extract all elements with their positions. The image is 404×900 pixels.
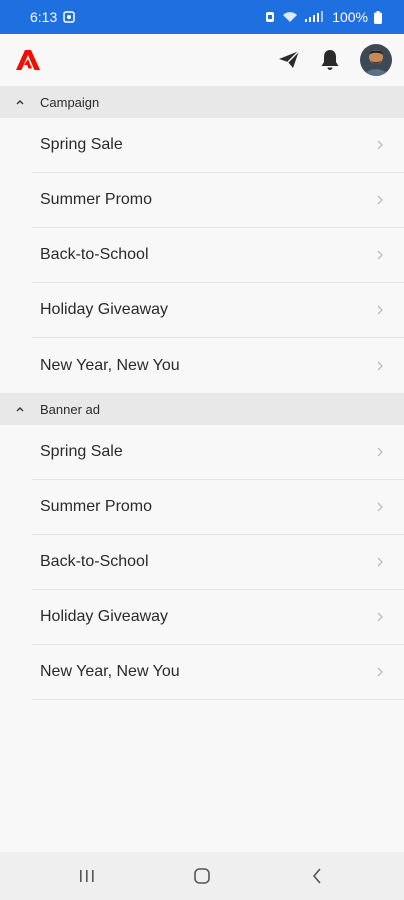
- chevron-right-icon: [376, 360, 384, 372]
- list-item[interactable]: New Year, New You: [32, 338, 404, 393]
- chevron-right-icon: [376, 446, 384, 458]
- bell-icon[interactable]: [320, 49, 340, 71]
- battery-icon: [374, 10, 382, 24]
- item-label: Back-to-School: [40, 246, 149, 263]
- system-nav-bar: [0, 852, 404, 900]
- item-label: New Year, New You: [40, 663, 180, 680]
- section-title: Campaign: [40, 94, 100, 110]
- app-header: [0, 34, 404, 86]
- status-left: 6:13: [30, 9, 75, 25]
- banner-ad-section: Banner ad Spring Sale Summer Promo Back-…: [0, 393, 404, 700]
- item-label: Back-to-School: [40, 553, 149, 570]
- chevron-right-icon: [376, 501, 384, 513]
- campaign-section: Campaign Spring Sale Summer Promo Back-t…: [0, 86, 404, 393]
- recents-icon[interactable]: [57, 856, 117, 896]
- chevron-right-icon: [376, 249, 384, 261]
- chevron-right-icon: [376, 556, 384, 568]
- chevron-right-icon: [376, 304, 384, 316]
- adobe-logo-icon[interactable]: [16, 50, 40, 70]
- list-item[interactable]: Spring Sale: [32, 118, 404, 173]
- header-actions: [278, 44, 392, 76]
- paper-plane-icon[interactable]: [278, 50, 300, 70]
- chevron-right-icon: [376, 666, 384, 678]
- battery-percent: 100%: [332, 9, 368, 25]
- wifi-icon: [282, 11, 298, 23]
- list-item[interactable]: Holiday Giveaway: [32, 283, 404, 338]
- section-title: Banner ad: [40, 401, 100, 417]
- chevron-up-icon: [14, 403, 26, 415]
- list-item[interactable]: New Year, New You: [32, 645, 404, 700]
- item-label: Summer Promo: [40, 498, 153, 515]
- user-avatar[interactable]: [360, 44, 392, 76]
- signal-icon: [304, 11, 326, 23]
- section-header-banner-ad[interactable]: Banner ad: [0, 393, 404, 425]
- home-icon[interactable]: [172, 856, 232, 896]
- notification-app-icon: [63, 11, 75, 23]
- list-item[interactable]: Back-to-School: [32, 228, 404, 283]
- list-item[interactable]: Holiday Giveaway: [32, 590, 404, 645]
- item-label: Holiday Giveaway: [40, 608, 169, 625]
- item-label: Summer Promo: [40, 191, 153, 208]
- list-item[interactable]: Summer Promo: [32, 173, 404, 228]
- item-label: Spring Sale: [40, 443, 123, 460]
- list-item[interactable]: Spring Sale: [32, 425, 404, 480]
- section-header-campaign[interactable]: Campaign: [0, 86, 404, 118]
- item-label: Spring Sale: [40, 136, 123, 153]
- status-time: 6:13: [30, 9, 58, 25]
- chevron-right-icon: [376, 611, 384, 623]
- alarm-icon: [264, 11, 276, 23]
- chevron-right-icon: [376, 139, 384, 151]
- item-label: Holiday Giveaway: [40, 301, 169, 318]
- item-label: New Year, New You: [40, 356, 180, 374]
- back-icon[interactable]: [287, 856, 347, 896]
- list-item[interactable]: Summer Promo: [32, 480, 404, 535]
- chevron-up-icon: [14, 96, 26, 108]
- chevron-right-icon: [376, 194, 384, 206]
- status-bar: 6:13 100%: [0, 0, 404, 34]
- list-item[interactable]: Back-to-School: [32, 535, 404, 590]
- status-right: 100%: [264, 9, 382, 25]
